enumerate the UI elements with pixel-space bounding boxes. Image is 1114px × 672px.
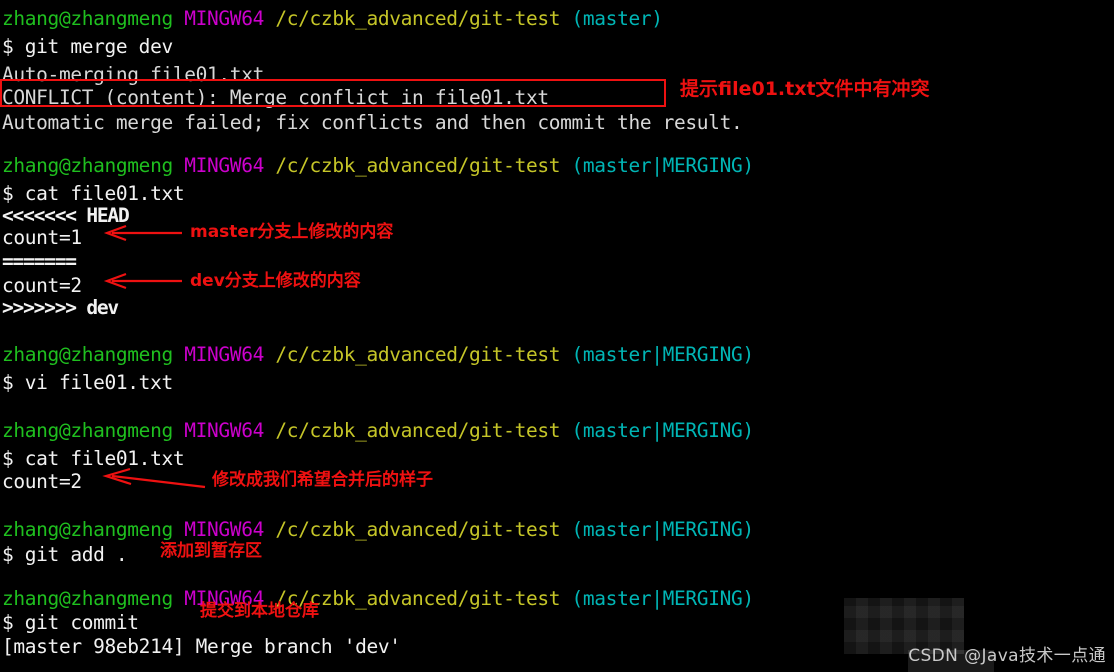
annotation-git-add-note: 添加到暂存区 bbox=[160, 541, 262, 561]
output-line-conflict: CONFLICT (content): Merge conflict in fi… bbox=[2, 86, 549, 109]
prompt-line: zhang@zhangmeng MINGW64 /c/czbk_advanced… bbox=[2, 152, 754, 180]
prompt-shell: MINGW64 bbox=[184, 419, 264, 442]
prompt-line: zhang@zhangmeng MINGW64 /c/czbk_advanced… bbox=[2, 516, 754, 544]
annotation-merged-result-note: 修改成我们希望合并后的样子 bbox=[212, 470, 433, 490]
command-line: $ git add . bbox=[2, 543, 128, 566]
prompt-path: /c/czbk_advanced/git-test bbox=[275, 419, 561, 442]
prompt-line: zhang@zhangmeng MINGW64 /c/czbk_advanced… bbox=[2, 5, 663, 33]
file-content-line: count=2 bbox=[2, 470, 82, 493]
annotation-dev-branch-note: dev分支上修改的内容 bbox=[190, 271, 361, 291]
terminal-window[interactable]: zhang@zhangmeng MINGW64 /c/czbk_advanced… bbox=[0, 0, 1114, 672]
annotation-git-commit-note: 提交到本地仓库 bbox=[200, 601, 319, 621]
prompt-shell: MINGW64 bbox=[184, 518, 264, 541]
prompt-branch: (master|MERGING) bbox=[571, 343, 755, 366]
prompt-line: zhang@zhangmeng MINGW64 /c/czbk_advanced… bbox=[2, 341, 754, 369]
annotation-master-branch-note: master分支上修改的内容 bbox=[190, 222, 394, 242]
prompt-user: zhang@zhangmeng bbox=[2, 154, 173, 177]
prompt-path: /c/czbk_advanced/git-test bbox=[275, 518, 561, 541]
prompt-line: zhang@zhangmeng MINGW64 /c/czbk_advanced… bbox=[2, 417, 754, 445]
prompt-user: zhang@zhangmeng bbox=[2, 518, 173, 541]
prompt-branch: (master) bbox=[571, 7, 663, 30]
output-line-merge-commit: [master 98eb214] Merge branch 'dev' bbox=[2, 635, 401, 658]
prompt-user: zhang@zhangmeng bbox=[2, 7, 173, 30]
prompt-shell: MINGW64 bbox=[184, 154, 264, 177]
output-line-merge-failed: Automatic merge failed; fix conflicts an… bbox=[2, 111, 743, 134]
prompt-path: /c/czbk_advanced/git-test bbox=[275, 7, 561, 30]
prompt-branch: (master|MERGING) bbox=[571, 419, 755, 442]
prompt-shell: MINGW64 bbox=[184, 7, 264, 30]
prompt-shell: MINGW64 bbox=[184, 343, 264, 366]
prompt-user: zhang@zhangmeng bbox=[2, 419, 173, 442]
prompt-user: zhang@zhangmeng bbox=[2, 587, 173, 610]
prompt-path: /c/czbk_advanced/git-test bbox=[275, 154, 561, 177]
command-line: $ git merge dev bbox=[2, 35, 173, 58]
prompt-branch: (master|MERGING) bbox=[571, 154, 755, 177]
command-line: $ vi file01.txt bbox=[2, 371, 173, 394]
prompt-user: zhang@zhangmeng bbox=[2, 343, 173, 366]
csdn-watermark: CSDN @Java技术一点通 bbox=[908, 646, 1106, 666]
prompt-path: /c/czbk_advanced/git-test bbox=[275, 343, 561, 366]
prompt-branch: (master|MERGING) bbox=[571, 518, 755, 541]
annotation-conflict-note: 提示file01.txt文件中有冲突 bbox=[680, 78, 930, 100]
prompt-branch: (master|MERGING) bbox=[571, 587, 755, 610]
conflict-marker-dev: >>>>>>> dev bbox=[2, 296, 119, 319]
arrow-dev-note bbox=[103, 272, 182, 290]
